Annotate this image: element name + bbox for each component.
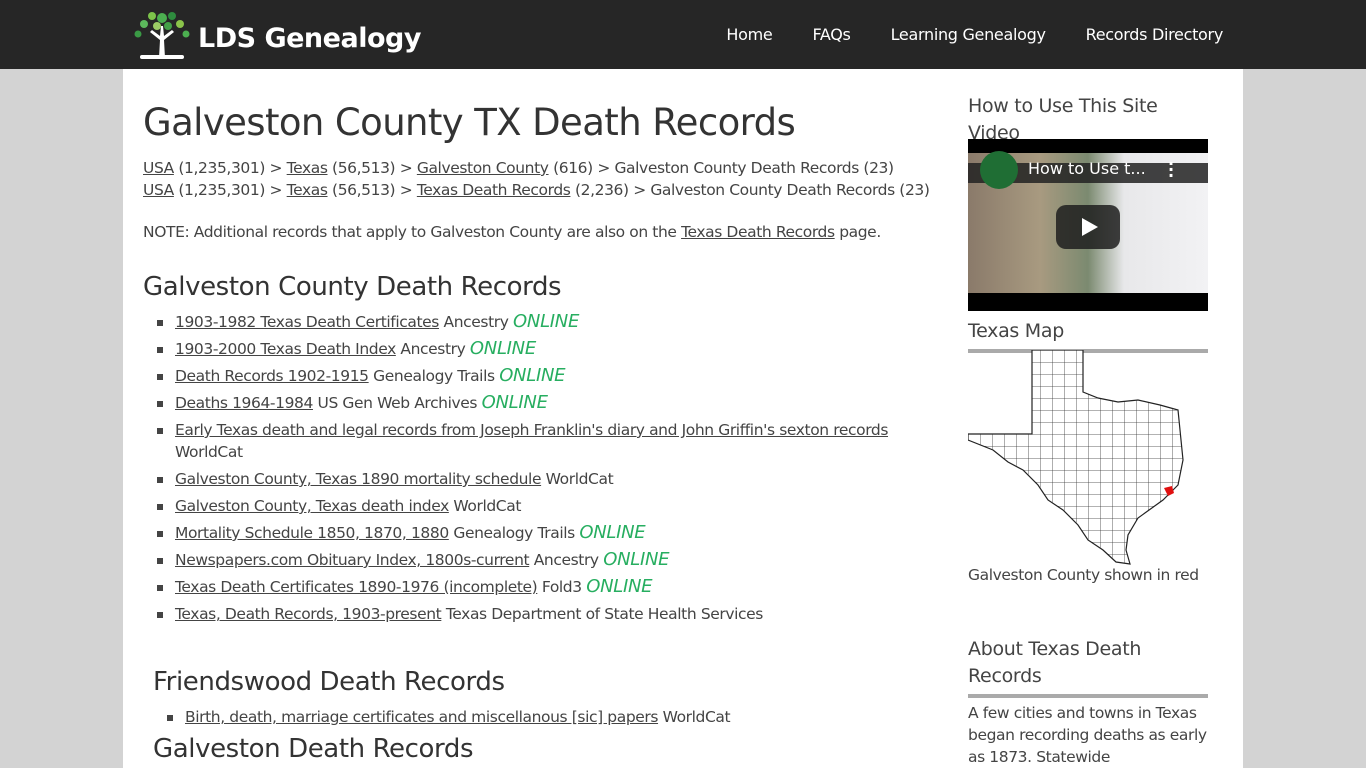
list-item: Birth, death, marriage certificates and … [153,706,943,728]
site-header: LDS Genealogy Home FAQs Learning Genealo… [0,0,1366,69]
map-caption: Galveston County shown in red [968,566,1199,584]
breadcrumb-separator: > [399,159,413,177]
nav-faqs[interactable]: FAQs [812,25,850,44]
logo-text: LDS Genealogy [198,22,421,54]
breadcrumb-count: (56,513) [332,159,396,177]
online-badge: ONLINE [499,365,566,386]
main-nav: Home FAQs Learning Genealogy Records Dir… [686,0,1223,69]
site-logo[interactable]: LDS Genealogy [132,8,421,60]
map-heading: Texas Map [968,318,1208,353]
note-text: page. [839,223,881,241]
page-title: Galveston County TX Death Records [143,101,796,144]
record-source: Ancestry [443,313,509,331]
video-player[interactable]: How to Use t... · · · [968,139,1208,311]
list-item: Newspapers.com Obituary Index, 1800s-cur… [143,549,933,571]
record-link[interactable]: Mortality Schedule 1850, 1870, 1880 [175,524,449,542]
record-source: Texas Department of State Health Service… [445,605,764,623]
note: NOTE: Additional records that apply to G… [143,223,881,241]
record-source: Ancestry [533,551,599,569]
online-badge: ONLINE [586,576,653,597]
record-link[interactable]: Deaths 1964-1984 [175,394,313,412]
breadcrumb-link-texas-death-records[interactable]: Texas Death Records [417,181,571,199]
breadcrumb-link-texas[interactable]: Texas [287,159,328,177]
breadcrumb-link-usa[interactable]: USA [143,159,174,177]
nav-records-directory[interactable]: Records Directory [1086,25,1224,44]
breadcrumb: USA (1,235,301) > Texas (56,513) > Galve… [143,157,930,179]
online-badge: ONLINE [481,392,548,413]
about-section: About Texas Death Records A few cities a… [968,636,1208,768]
nav-home[interactable]: Home [726,25,772,44]
online-badge: ONLINE [469,338,536,359]
about-text: A few cities and towns in Texas began re… [968,704,1207,766]
breadcrumb-link-texas[interactable]: Texas [287,181,328,199]
breadcrumb-separator: > [399,181,413,199]
record-link[interactable]: Early Texas death and legal records from… [175,421,888,439]
record-link[interactable]: Galveston County, Texas 1890 mortality s… [175,470,542,488]
about-heading: About Texas Death Records [968,636,1208,698]
breadcrumb: USA (1,235,301) > Texas (56,513) > Texas… [143,179,930,201]
list-item: Galveston County, Texas 1890 mortality s… [143,468,933,490]
more-options-icon[interactable]: · · · [1168,156,1174,184]
list-item: Deaths 1964-1984 US Gen Web Archives ONL… [143,392,933,414]
record-source: Genealogy Trails [453,524,575,542]
breadcrumb-separator: > [597,159,610,177]
breadcrumb-separator: > [269,181,283,199]
list-item: Galveston County, Texas death index Worl… [143,495,933,517]
record-source: US Gen Web Archives [317,394,478,412]
breadcrumb-count: (1,235,301) [178,159,265,177]
record-link[interactable]: Birth, death, marriage certificates and … [185,708,658,726]
online-badge: ONLINE [579,522,646,543]
record-link[interactable]: Texas Death Certificates 1890-1976 (inco… [175,578,538,596]
online-badge: ONLINE [513,311,580,332]
note-text: NOTE: Additional records that apply to G… [143,223,677,241]
breadcrumb-link-usa[interactable]: USA [143,181,174,199]
breadcrumb-separator: > [633,181,646,199]
breadcrumb-current: Galveston County Death Records (23) [614,159,894,177]
page-content: Galveston County TX Death Records USA (1… [123,69,1243,768]
texas-county-map [968,350,1184,565]
breadcrumb-count: (56,513) [332,181,396,199]
record-link[interactable]: 1903-2000 Texas Death Index [175,340,396,358]
record-source: WorldCat [453,497,522,515]
record-link[interactable]: Texas, Death Records, 1903-present [175,605,442,623]
record-source: Fold3 [541,578,582,596]
section-heading: Galveston Death Records [153,734,474,764]
list-item: 1903-2000 Texas Death Index Ancestry ONL… [143,338,933,360]
record-link[interactable]: Galveston County, Texas death index [175,497,449,515]
record-link[interactable]: 1903-1982 Texas Death Certificates [175,313,439,331]
online-badge: ONLINE [603,549,670,570]
breadcrumb-current: Galveston County Death Records (23) [650,181,930,199]
breadcrumb-link-galveston-county[interactable]: Galveston County [417,159,549,177]
list-item: Texas Death Certificates 1890-1976 (inco… [143,576,933,598]
breadcrumb-separator: > [269,159,283,177]
record-source: WorldCat [175,443,243,461]
play-button-icon[interactable] [1056,205,1120,249]
section-heading: Galveston County Death Records [143,272,562,302]
record-list: 1903-1982 Texas Death Certificates Ances… [143,311,933,630]
channel-logo-icon [980,151,1018,189]
video-title: How to Use t... [1028,159,1146,178]
record-source: WorldCat [662,708,731,726]
record-source: Ancestry [400,340,466,358]
list-item: Death Records 1902-1915 Genealogy Trails… [143,365,933,387]
list-item: 1903-1982 Texas Death Certificates Ances… [143,311,933,333]
breadcrumbs: USA (1,235,301) > Texas (56,513) > Galve… [143,157,930,201]
record-list: Birth, death, marriage certificates and … [153,706,943,733]
list-item: Texas, Death Records, 1903-present Texas… [143,603,933,625]
record-source: Genealogy Trails [373,367,495,385]
list-item: Mortality Schedule 1850, 1870, 1880 Gene… [143,522,933,544]
breadcrumb-count: (2,236) [574,181,629,199]
record-link[interactable]: Newspapers.com Obituary Index, 1800s-cur… [175,551,530,569]
note-link-texas-death-records[interactable]: Texas Death Records [681,223,835,241]
section-heading: Friendswood Death Records [153,667,505,697]
tree-icon [134,12,190,59]
breadcrumb-count: (616) [553,159,593,177]
record-link[interactable]: Death Records 1902-1915 [175,367,369,385]
nav-learning-genealogy[interactable]: Learning Genealogy [891,25,1046,44]
breadcrumb-count: (1,235,301) [178,181,265,199]
list-item: Early Texas death and legal records from… [143,419,933,463]
record-source: WorldCat [545,470,614,488]
